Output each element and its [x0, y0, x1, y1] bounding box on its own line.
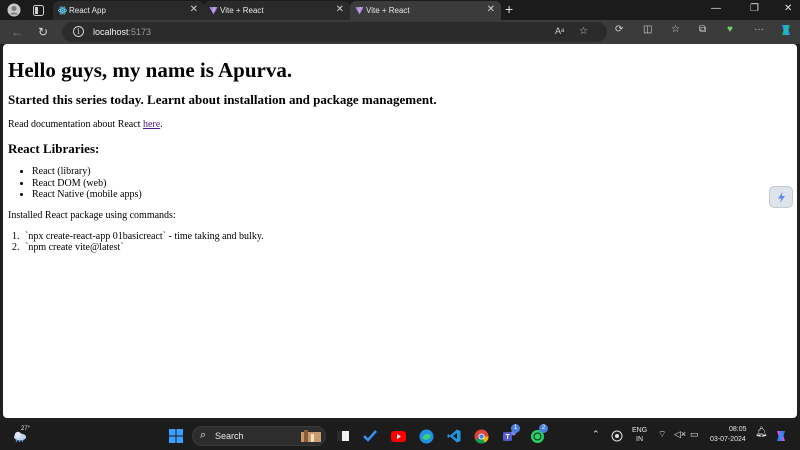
language-top[interactable]: ENG: [632, 427, 647, 435]
page-subtitle: Started this series today. Learnt about …: [8, 92, 437, 107]
favorites-icon[interactable]: ☆: [671, 24, 680, 35]
collections-icon[interactable]: ⧉: [699, 24, 706, 35]
installed-text: Installed React package using commands:: [8, 209, 176, 221]
commands-list: `npx create-react-app 01basicreact` - ti…: [8, 231, 797, 254]
sidebar-extension-button[interactable]: [769, 186, 793, 208]
search-label: Search: [215, 431, 244, 441]
list-item: React Native (mobile apps): [32, 189, 797, 201]
svg-text:T: T: [505, 434, 510, 441]
close-icon[interactable]: ✕: [190, 4, 198, 15]
libraries-heading: React Libraries:: [8, 141, 100, 156]
tab-title: Vite + React: [220, 6, 264, 15]
clock-date[interactable]: 03-07-2024: [710, 436, 746, 444]
vite-icon: [355, 6, 364, 15]
split-screen-icon[interactable]: ◫: [643, 24, 652, 35]
tab-vite-react-active[interactable]: Vite + React ✕: [350, 1, 501, 20]
wifi-icon[interactable]: ⌔: [658, 430, 666, 439]
close-icon[interactable]: ✕: [336, 4, 344, 15]
extensions-puzzle-icon[interactable]: ⟳: [615, 24, 623, 35]
browser-toolbar: ← ↻ i localhost:5173 Aᵃ ☆ ⟳ ◫ ☆ ⧉ ♥ ···: [0, 20, 800, 44]
todo-check-icon[interactable]: [362, 428, 378, 444]
close-icon[interactable]: ✕: [487, 4, 495, 15]
browser-essentials-icon[interactable]: ♥: [727, 24, 733, 35]
page-title: Hello guys, my name is Apurva.: [8, 58, 293, 82]
back-icon[interactable]: ←: [11, 25, 23, 39]
copilot-taskbar-icon[interactable]: [773, 428, 789, 444]
weather-temp: 27°: [21, 426, 31, 432]
doc-suffix: .: [160, 119, 163, 130]
favorite-star-icon[interactable]: ☆: [579, 26, 588, 37]
teams-badge: 1: [511, 424, 520, 433]
vscode-icon[interactable]: [446, 428, 462, 444]
documentation-link[interactable]: here: [143, 119, 160, 130]
tab-react-app[interactable]: React App ✕: [53, 1, 204, 20]
read-aloud-icon[interactable]: Aᵃ: [555, 26, 564, 36]
file-explorer-icon[interactable]: [335, 428, 351, 444]
youtube-icon[interactable]: [390, 428, 406, 444]
tab-title: React App: [69, 6, 106, 15]
profile-avatar-icon[interactable]: [7, 3, 21, 17]
list-item: `npx create-react-app 01basicreact` - ti…: [22, 231, 797, 243]
lightning-icon: [777, 191, 785, 203]
libraries-list: React (library) React DOM (web) React Na…: [8, 166, 797, 201]
copilot-icon[interactable]: [779, 23, 793, 40]
tab-title: Vite + React: [366, 6, 410, 15]
minimize-icon[interactable]: —: [711, 3, 721, 14]
doc-prefix: Read documentation about React: [8, 119, 143, 130]
taskbar-search[interactable]: ⌕ Search: [192, 426, 326, 446]
close-window-icon[interactable]: ✕: [784, 3, 792, 14]
windows-start-icon[interactable]: [168, 428, 184, 444]
tab-vite-react[interactable]: Vite + React ✕: [204, 1, 350, 20]
taskbar: 27° ⌕ Search T 1 2 ⌃ ENG IN ⌔ ◁× ▭ 08:05…: [0, 421, 800, 450]
list-item: React DOM (web): [32, 178, 797, 190]
reload-icon[interactable]: ↻: [38, 25, 48, 39]
react-icon: [58, 6, 67, 15]
page-content: Hello guys, my name is Apurva. Started t…: [3, 44, 797, 418]
edge-icon[interactable]: [418, 428, 434, 444]
url-host: localhost: [93, 27, 129, 37]
tab-strip: React App ✕ Vite + React ✕ Vite + React …: [0, 0, 800, 20]
chevron-up-icon[interactable]: ⌃: [592, 430, 600, 439]
sidebar-toggle-icon[interactable]: [31, 3, 45, 17]
url-text: localhost:5173: [93, 27, 151, 37]
whatsapp-badge: 2: [539, 424, 548, 433]
search-highlight-icon: [299, 429, 323, 449]
more-options-icon[interactable]: ···: [754, 24, 764, 35]
vite-icon: [209, 6, 218, 15]
clock-time[interactable]: 08:05: [729, 426, 747, 434]
documentation-line: Read documentation about React here.: [8, 119, 797, 130]
teams-icon[interactable]: T 1: [501, 424, 520, 444]
list-item: React (library): [32, 166, 797, 178]
speaker-muted-icon[interactable]: ◁×: [674, 430, 686, 439]
site-info-icon[interactable]: i: [73, 26, 84, 37]
list-item: `npm create vite@latest`: [22, 242, 797, 254]
whatsapp-icon[interactable]: 2: [529, 424, 548, 444]
url-port: :5173: [128, 27, 152, 37]
search-icon: ⌕: [200, 429, 207, 441]
battery-icon[interactable]: ▭: [690, 430, 699, 439]
language-bottom: IN: [636, 436, 643, 443]
chrome-icon[interactable]: [473, 428, 489, 444]
restore-icon[interactable]: ❐: [750, 3, 759, 14]
address-bar[interactable]: i localhost:5173 Aᵃ ☆: [62, 22, 607, 42]
new-tab-button[interactable]: +: [505, 1, 513, 17]
notification-bell-icon[interactable]: 🔔︎: [755, 428, 768, 438]
camera-icon[interactable]: [609, 428, 625, 444]
